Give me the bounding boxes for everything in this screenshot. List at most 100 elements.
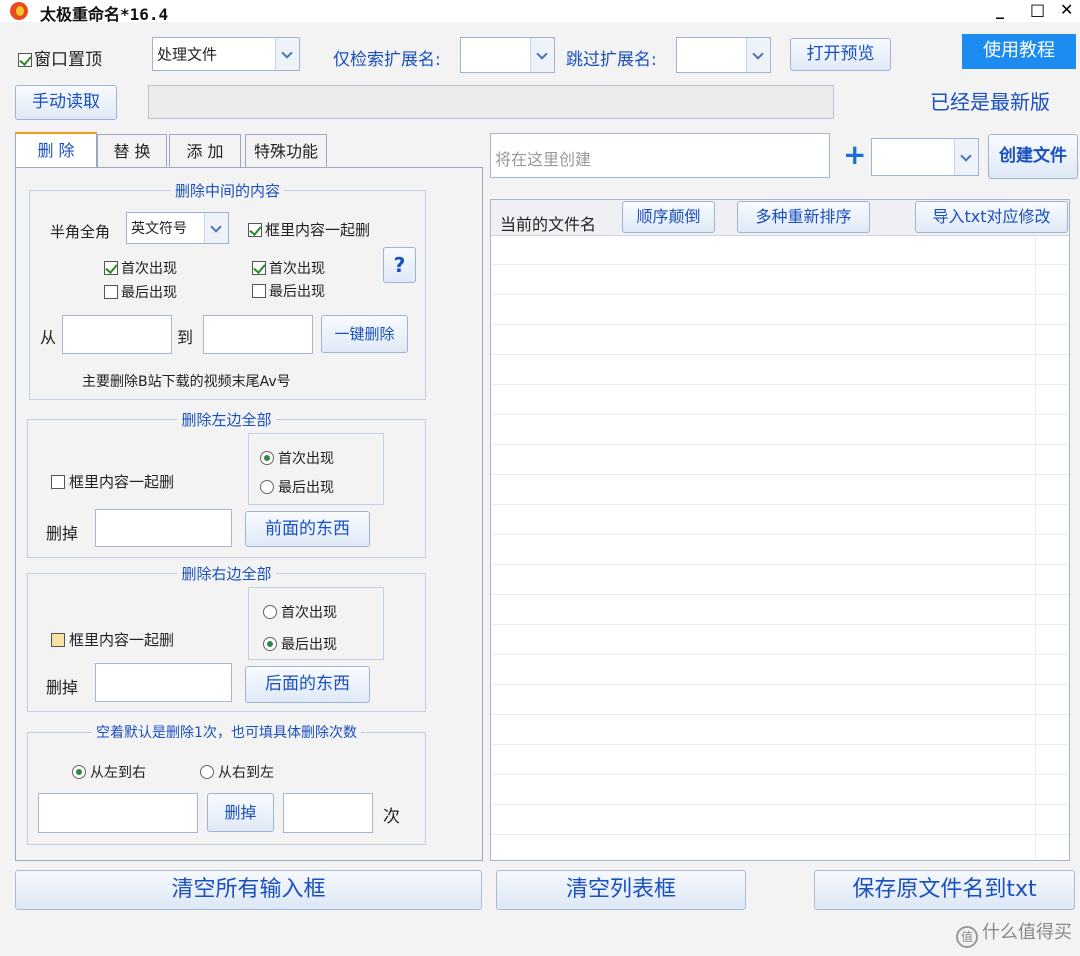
topmost-toggle[interactable]: 窗口置顶: [18, 45, 102, 70]
manual-read-button[interactable]: 手动读取: [15, 85, 117, 120]
help-button[interactable]: ?: [383, 247, 416, 283]
first-left-label: 首次出现: [121, 261, 177, 277]
tab-add[interactable]: 添 加: [169, 134, 241, 168]
row-line: [491, 654, 1069, 655]
rtl-option[interactable]: 从右到左: [200, 762, 274, 782]
version-status: 已经是最新版: [930, 90, 1050, 114]
right-last-option[interactable]: 最后出现: [263, 634, 337, 654]
bracket-delete-checkbox[interactable]: [248, 223, 262, 237]
to-input[interactable]: [203, 315, 313, 354]
left-bracket-toggle[interactable]: 框里内容一起删: [51, 471, 174, 492]
right-bracket-checkbox[interactable]: [51, 633, 65, 647]
left-last-option[interactable]: 最后出现: [260, 477, 334, 497]
save-names-button[interactable]: 保存原文件名到txt: [814, 870, 1075, 910]
skip-ext-select[interactable]: [676, 37, 771, 73]
watermark-text: 什么值得买: [982, 922, 1072, 943]
file-list[interactable]: [490, 199, 1070, 861]
rtl-radio[interactable]: [200, 765, 214, 779]
right-first-option[interactable]: 首次出现: [263, 602, 337, 622]
rtl-label: 从右到左: [218, 765, 274, 781]
open-preview-button[interactable]: 打开预览: [790, 38, 891, 71]
count-delete-button[interactable]: 删掉: [207, 793, 274, 832]
last-right-checkbox[interactable]: [252, 284, 266, 298]
minimize-button[interactable]: _: [996, 0, 1004, 19]
create-file-button[interactable]: 创建文件: [988, 134, 1078, 179]
chevron-down-icon[interactable]: [954, 139, 978, 175]
row-line: [491, 684, 1069, 685]
from-input[interactable]: [62, 315, 172, 354]
tab-replace[interactable]: 替 换: [97, 134, 167, 168]
first-left-checkbox[interactable]: [104, 261, 118, 275]
mode-select[interactable]: 处理文件: [152, 37, 300, 71]
tab-delete[interactable]: 删 除: [15, 132, 97, 168]
ltr-label: 从左到右: [90, 765, 146, 781]
row-line: [491, 564, 1069, 565]
left-last-radio[interactable]: [260, 480, 274, 494]
clear-inputs-button[interactable]: 清空所有输入框: [15, 870, 482, 910]
row-line: [491, 264, 1069, 265]
row-line: [491, 534, 1069, 535]
last-left-label: 最后出现: [121, 285, 177, 301]
from-label: 从: [40, 328, 57, 347]
ltr-radio[interactable]: [72, 765, 86, 779]
create-ext-select[interactable]: [871, 138, 979, 176]
topmost-checkbox[interactable]: [18, 53, 32, 67]
group-title: 空着默认是删除1次，也可填具体删除次数: [92, 725, 361, 741]
left-first-option[interactable]: 首次出现: [260, 448, 334, 468]
count-text-input[interactable]: [38, 793, 198, 833]
tab-special[interactable]: 特殊功能: [245, 134, 327, 168]
left-remove-label: 删掉: [46, 524, 79, 543]
tutorial-button[interactable]: 使用教程: [962, 34, 1076, 69]
row-line: [491, 774, 1069, 775]
to-label: 到: [177, 328, 194, 347]
title-bar: 太极重命名*16.4 _ □ ✕: [0, 0, 1080, 24]
delete-before-button[interactable]: 前面的东西: [245, 511, 370, 547]
row-line: [491, 444, 1069, 445]
row-line: [491, 594, 1069, 595]
first-occurrence-right[interactable]: 首次出现: [252, 258, 325, 278]
last-occurrence-left[interactable]: 最后出现: [104, 282, 177, 302]
ltr-option[interactable]: 从左到右: [72, 762, 146, 782]
clear-list-button[interactable]: 清空列表框: [496, 870, 746, 910]
one-click-delete-button[interactable]: 一键删除: [321, 315, 408, 353]
left-first-radio[interactable]: [260, 451, 274, 465]
path-field[interactable]: [148, 85, 834, 119]
last-left-checkbox[interactable]: [104, 285, 118, 299]
left-text-input[interactable]: [95, 509, 232, 547]
left-bracket-checkbox[interactable]: [51, 475, 65, 489]
count-unit: 次: [383, 807, 400, 827]
right-text-input[interactable]: [95, 663, 232, 702]
resort-button[interactable]: 多种重新排序: [737, 201, 870, 233]
create-name-input[interactable]: 将在这里创建: [490, 133, 830, 178]
chevron-down-icon[interactable]: [530, 38, 554, 72]
bracket-delete-toggle[interactable]: 框里内容一起删: [248, 219, 370, 240]
width-select-value: 英文符号: [131, 221, 187, 237]
last-occurrence-right[interactable]: 最后出现: [252, 281, 325, 301]
delete-after-button[interactable]: 后面的东西: [245, 666, 370, 703]
right-last-label: 最后出现: [281, 637, 337, 653]
chevron-down-icon[interactable]: [746, 38, 770, 72]
first-right-checkbox[interactable]: [252, 261, 266, 275]
reverse-order-button[interactable]: 顺序颠倒: [622, 201, 715, 233]
count-number-input[interactable]: [283, 793, 373, 833]
row-line: [491, 324, 1069, 325]
row-line: [491, 384, 1069, 385]
width-select[interactable]: 英文符号: [126, 212, 229, 244]
right-first-radio[interactable]: [263, 605, 277, 619]
chevron-down-icon[interactable]: [204, 213, 228, 243]
first-occurrence-left[interactable]: 首次出现: [104, 258, 177, 278]
group-title: 删除左边全部: [177, 411, 276, 429]
close-button[interactable]: ✕: [1060, 0, 1073, 19]
row-line: [491, 294, 1069, 295]
row-line: [491, 834, 1069, 835]
chevron-down-icon[interactable]: [275, 38, 299, 70]
last-right-label: 最后出现: [269, 284, 325, 300]
col-line: [1035, 236, 1036, 860]
right-bracket-toggle[interactable]: 框里内容一起删: [51, 629, 174, 650]
row-line: [491, 414, 1069, 415]
search-ext-select[interactable]: [460, 37, 555, 73]
row-line: [491, 354, 1069, 355]
import-txt-button[interactable]: 导入txt对应修改: [915, 201, 1068, 233]
right-last-radio[interactable]: [263, 637, 277, 651]
maximize-button[interactable]: □: [1030, 0, 1045, 19]
